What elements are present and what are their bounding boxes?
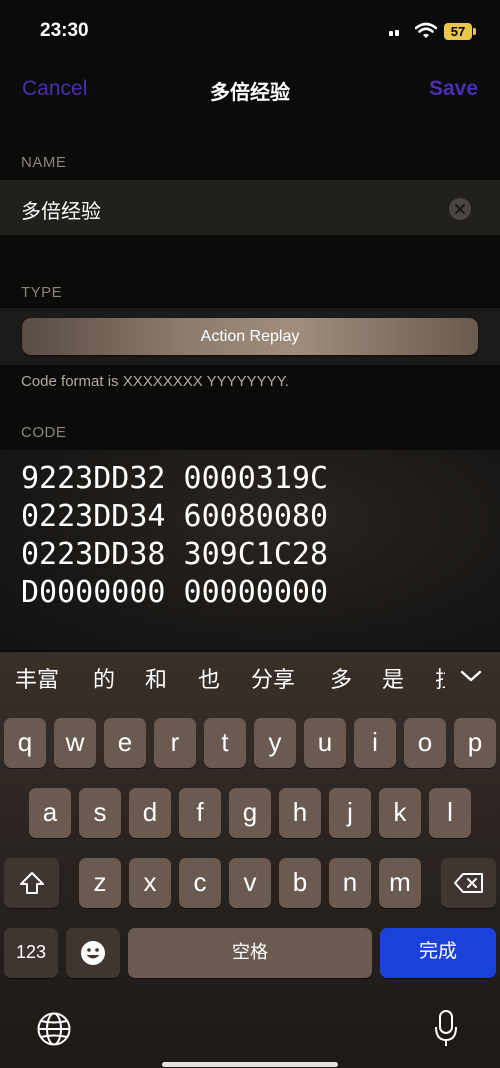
key-a[interactable]: a <box>29 788 71 838</box>
code-format-hint: Code format is XXXXXXXX YYYYYYYY. <box>21 373 289 390</box>
key-z[interactable]: z <box>79 858 121 908</box>
key-d[interactable]: d <box>129 788 171 838</box>
backspace-icon <box>453 873 483 893</box>
key-h[interactable]: h <box>279 788 321 838</box>
save-button[interactable]: Save <box>429 77 478 101</box>
numbers-key[interactable]: 123 <box>4 928 58 978</box>
space-key[interactable]: 空格 <box>128 928 372 978</box>
candidate-word[interactable]: 分享 <box>251 662 295 694</box>
key-r[interactable]: r <box>154 718 196 768</box>
chevron-down-icon[interactable] <box>460 670 482 682</box>
wifi-icon <box>415 22 437 38</box>
done-key[interactable]: 完成 <box>380 928 496 978</box>
key-b[interactable]: b <box>279 858 321 908</box>
key-t[interactable]: t <box>204 718 246 768</box>
key-y[interactable]: y <box>254 718 296 768</box>
key-m[interactable]: m <box>379 858 421 908</box>
status-time: 23:30 <box>40 20 89 41</box>
key-p[interactable]: p <box>454 718 496 768</box>
page-title: 多倍经验 <box>210 80 290 104</box>
candidate-word[interactable]: 是 <box>382 662 404 694</box>
home-indicator[interactable] <box>162 1062 338 1067</box>
microphone-icon[interactable] <box>434 1010 458 1048</box>
candidate-word[interactable]: 多 <box>330 662 352 694</box>
code-line: 0223DD38 309C1C28 <box>21 537 329 572</box>
candidate-word[interactable]: 丰富 <box>15 662 59 694</box>
code-line: 9223DD32 0000319C <box>21 461 329 496</box>
candidate-word[interactable]: 的 <box>93 662 115 694</box>
code-text-area[interactable]: 9223DD32 0000319C 0223DD34 60080080 0223DD… <box>0 450 500 650</box>
name-field[interactable]: 多倍经验 <box>0 180 500 235</box>
status-bar: 23:30 57 <box>0 0 500 60</box>
key-v[interactable]: v <box>229 858 271 908</box>
candidate-bar: 丰富 的 和 也 分享 多 是 拉 <box>0 652 500 698</box>
candidate-word[interactable]: 和 <box>145 662 167 694</box>
code-line: 0223DD34 60080080 <box>21 499 329 534</box>
key-n[interactable]: n <box>329 858 371 908</box>
key-s[interactable]: s <box>79 788 121 838</box>
key-g[interactable]: g <box>229 788 271 838</box>
shift-icon <box>19 872 44 894</box>
code-text[interactable]: 9223DD32 0000319C 0223DD34 60080080 0223DD… <box>21 460 328 612</box>
code-section-label: CODE <box>21 424 67 441</box>
key-f[interactable]: f <box>179 788 221 838</box>
key-j[interactable]: j <box>329 788 371 838</box>
key-o[interactable]: o <box>404 718 446 768</box>
key-x[interactable]: x <box>129 858 171 908</box>
battery-tip <box>473 28 476 35</box>
candidate-word[interactable]: 也 <box>198 662 220 694</box>
key-u[interactable]: u <box>304 718 346 768</box>
name-section-label: NAME <box>21 154 67 171</box>
delete-key[interactable] <box>441 858 496 908</box>
shift-key[interactable] <box>4 858 59 908</box>
signal-icon <box>389 28 401 36</box>
emoji-key[interactable] <box>66 928 120 978</box>
clear-text-icon[interactable] <box>449 198 471 220</box>
candidate-word[interactable]: 拉 <box>435 662 445 694</box>
key-e[interactable]: e <box>104 718 146 768</box>
code-line: D0000000 00000000 <box>21 575 329 610</box>
key-l[interactable]: l <box>429 788 471 838</box>
key-q[interactable]: q <box>4 718 46 768</box>
key-k[interactable]: k <box>379 788 421 838</box>
emoji-icon <box>81 941 105 965</box>
nav-bar: Cancel 多倍经验 Save <box>0 68 500 112</box>
type-row: Action Replay <box>0 308 500 365</box>
key-c[interactable]: c <box>179 858 221 908</box>
battery-icon: 57 <box>444 23 472 40</box>
key-i[interactable]: i <box>354 718 396 768</box>
type-selector-button[interactable]: Action Replay <box>22 318 478 355</box>
name-input-value[interactable]: 多倍经验 <box>21 195 101 224</box>
globe-icon[interactable] <box>37 1012 71 1046</box>
type-section-label: TYPE <box>21 284 63 301</box>
key-w[interactable]: w <box>54 718 96 768</box>
